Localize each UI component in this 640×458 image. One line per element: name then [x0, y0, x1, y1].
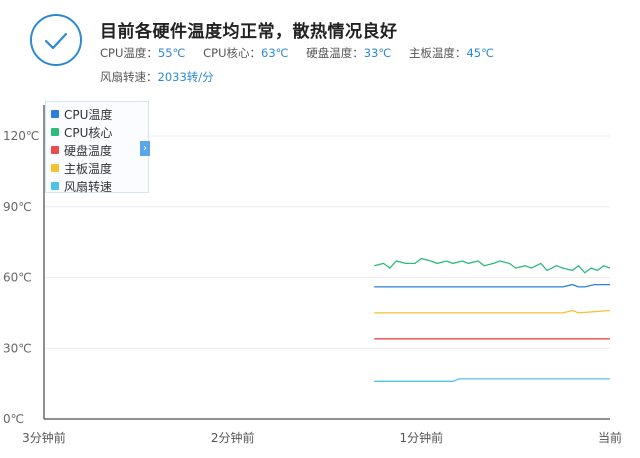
y-tick-label: 0℃	[3, 412, 24, 426]
temperature-line-chart: 0℃ 30℃ 60℃ 90℃ 120℃ 3分钟前 2分钟前 1分钟前 当前	[3, 105, 622, 445]
y-tick-label: 120℃	[3, 129, 39, 143]
chevron-right-icon: ›	[143, 143, 147, 154]
legend-collapse-button[interactable]: ›	[140, 141, 150, 156]
legend-swatch	[51, 146, 59, 154]
series-line	[374, 283, 610, 288]
series-line	[374, 257, 611, 274]
x-tick-label: 2分钟前	[211, 430, 255, 445]
series-line	[374, 378, 610, 382]
x-tick-label: 1分钟前	[400, 430, 444, 445]
legend-item-cpu-temp[interactable]: CPU温度	[51, 105, 148, 123]
legend-item-board-temp[interactable]: 主板温度	[51, 159, 148, 177]
x-tick-label: 当前	[598, 430, 622, 445]
y-tick-label: 90℃	[3, 200, 32, 214]
legend-item-fan-speed[interactable]: 风扇转速	[51, 177, 148, 195]
legend-swatch	[51, 110, 59, 118]
legend-item-disk-temp[interactable]: 硬盘温度	[51, 141, 148, 159]
legend-swatch	[51, 164, 59, 172]
series-line	[374, 309, 611, 314]
y-tick-label: 60℃	[3, 271, 32, 285]
chart-legend: CPU温度 CPU核心 硬盘温度 主板温度 风扇转速	[45, 101, 149, 195]
x-tick-label: 3分钟前	[22, 430, 66, 445]
y-tick-label: 30℃	[3, 341, 32, 355]
legend-swatch	[51, 182, 59, 190]
legend-item-cpu-core[interactable]: CPU核心	[51, 123, 148, 141]
legend-swatch	[51, 128, 59, 136]
